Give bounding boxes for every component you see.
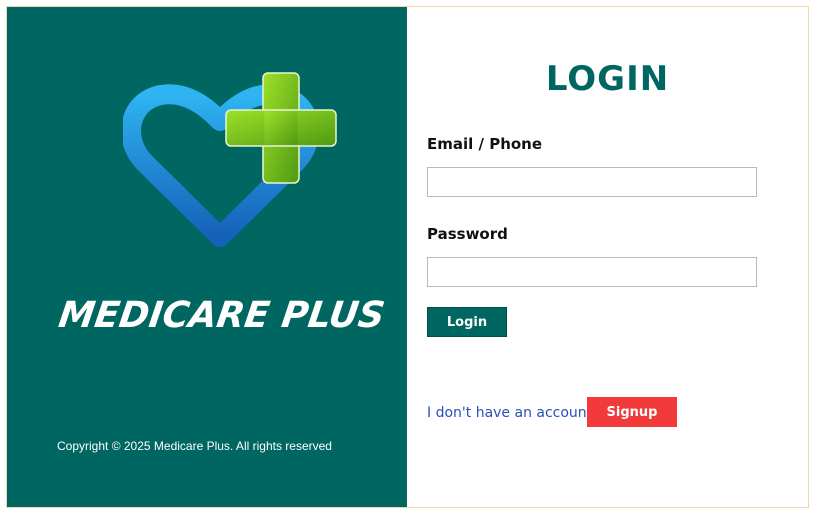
login-panel: LOGIN Email / Phone Password Login I don…: [407, 7, 808, 507]
password-field[interactable]: [427, 257, 757, 287]
no-account-link[interactable]: I don't have an account: [427, 405, 592, 421]
email-label: Email / Phone: [427, 135, 543, 153]
brand-panel: MEDICARE PLUS Copyright © 2025 Medicare …: [7, 7, 407, 507]
heart-plus-icon: [123, 72, 337, 247]
signup-button[interactable]: Signup: [587, 397, 677, 427]
password-label: Password: [427, 225, 508, 243]
login-button[interactable]: Login: [427, 307, 507, 337]
brand-name: MEDICARE PLUS: [56, 295, 388, 336]
app-window: MEDICARE PLUS Copyright © 2025 Medicare …: [6, 6, 809, 508]
email-field[interactable]: [427, 167, 757, 197]
page-title-text: LOGIN: [545, 59, 670, 99]
page-title: LOGIN: [407, 59, 808, 99]
copyright-text: Copyright © 2025 Medicare Plus. All righ…: [57, 439, 332, 453]
plus-cross: [225, 72, 337, 184]
